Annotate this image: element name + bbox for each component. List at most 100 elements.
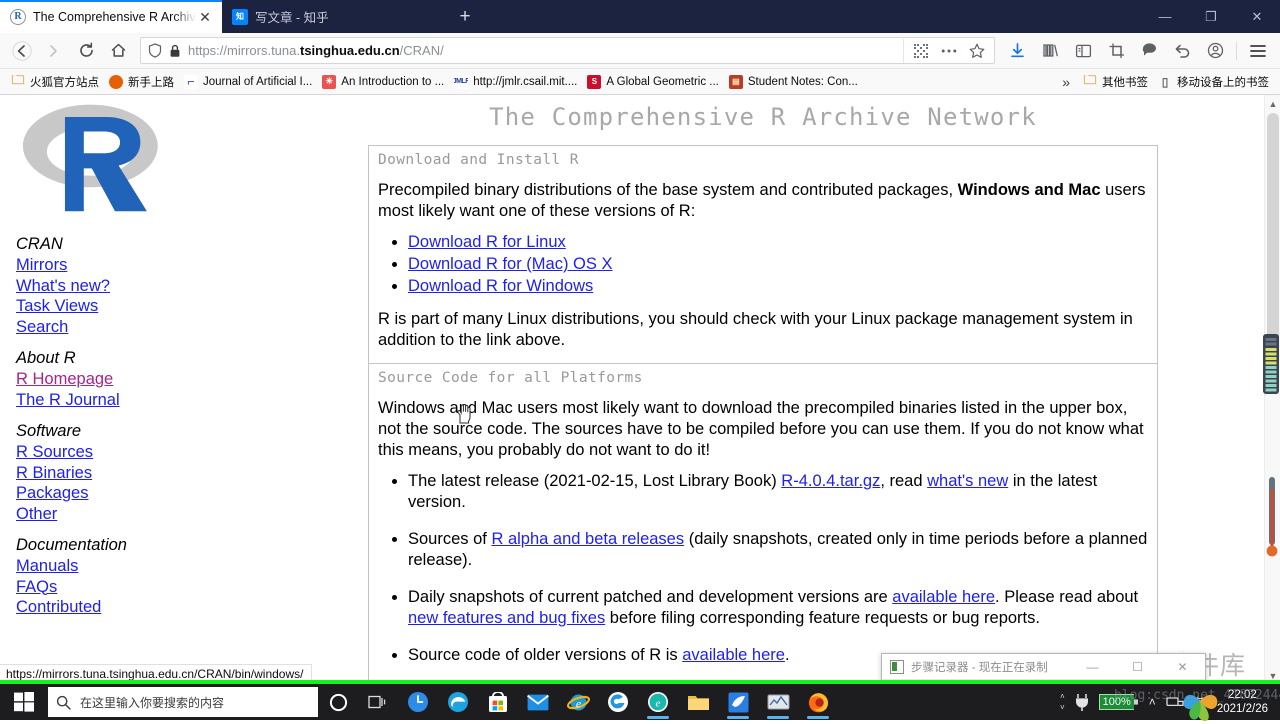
bookmarks-chevron-icon[interactable]: »: [1054, 74, 1078, 90]
scroll-up-arrow-icon[interactable]: ▲: [1265, 95, 1280, 112]
browser-tab-zhihu[interactable]: 知 写文章 - 知乎: [222, 0, 446, 33]
tray-overflow-button[interactable]: ˄˅: [1056, 684, 1069, 720]
menu-icon[interactable]: [1241, 36, 1274, 66]
mobile-bookmarks-folder[interactable]: ▯ 移动设备上的书签: [1153, 72, 1274, 92]
qr-code-icon[interactable]: [908, 39, 934, 63]
ellipsis-icon[interactable]: [936, 39, 962, 63]
screenshot-icon[interactable]: [1100, 36, 1133, 66]
steps-recorder-taskbar-icon[interactable]: [758, 684, 798, 720]
navigation-toolbar: https://mirrors.tuna.tsinghua.edu.cn/CRA…: [0, 33, 1280, 69]
jair-icon: ⌐: [184, 75, 198, 89]
microsoft-store-icon[interactable]: [478, 684, 518, 720]
account-icon[interactable]: [1199, 36, 1232, 66]
mail-icon[interactable]: [518, 684, 558, 720]
sidebar-link-faqs[interactable]: FAQs: [16, 577, 360, 598]
sidebar-link-manuals[interactable]: Manuals: [16, 556, 360, 577]
taskbar-clock[interactable]: 22:02 2021/2/26: [1211, 688, 1276, 716]
cortana-icon[interactable]: [318, 684, 358, 720]
bookmark-item[interactable]: ⌐ Journal of Artificial I...: [179, 73, 317, 91]
pocket-icon[interactable]: [1133, 36, 1166, 66]
firefox-icon[interactable]: [798, 684, 838, 720]
minimize-button[interactable]: —: [1142, 0, 1188, 33]
system-tray: ˄˅ 100% ˄ 英 22:02 2021/2/26 blog:csdn.ne…: [1056, 684, 1280, 720]
sidebar-link-r-binaries[interactable]: R Binaries: [16, 463, 360, 484]
home-button[interactable]: [102, 36, 134, 66]
edge-icon[interactable]: [438, 684, 478, 720]
browser-tab-active[interactable]: R The Comprehensive R Archive Network ✕: [0, 0, 222, 33]
intro-icon: ✳: [322, 75, 336, 89]
bookmark-item[interactable]: ▤ Student Notes: Con...: [724, 73, 863, 91]
link-available-here-older[interactable]: available here: [682, 646, 785, 664]
new-tab-button[interactable]: +: [446, 0, 484, 33]
list-item: Download R for Windows: [408, 276, 1148, 297]
sidebar-link-search[interactable]: Search: [16, 317, 360, 338]
svg-text:e: e: [575, 696, 581, 710]
tab-strip: R The Comprehensive R Archive Network ✕ …: [0, 0, 1280, 33]
sidebar-link-other[interactable]: Other: [16, 504, 360, 525]
back-button[interactable]: [6, 36, 38, 66]
bookmark-item[interactable]: ✳ An Introduction to ...: [317, 73, 449, 91]
battery-status[interactable]: 100%: [1095, 694, 1144, 710]
library-icon[interactable]: [1034, 36, 1067, 66]
intro-bold: Windows and Mac: [958, 181, 1101, 199]
sidebar-link-r-sources[interactable]: R Sources: [16, 442, 360, 463]
sidebar-link-task-views[interactable]: Task Views: [16, 296, 360, 317]
link-download-r-linux[interactable]: Download R for Linux: [408, 233, 566, 251]
bookmark-item[interactable]: JMLR http://jmlr.csail.mit....: [449, 73, 582, 91]
bird-app-icon[interactable]: [718, 684, 758, 720]
link-available-here-daily[interactable]: available here: [892, 588, 995, 606]
download-icon[interactable]: [1001, 36, 1034, 66]
steps-recorder-close-button[interactable]: ✕: [1160, 654, 1205, 680]
download-install-box: Download and Install R Precompiled binar…: [368, 145, 1158, 364]
star-icon[interactable]: [964, 39, 990, 63]
link-r-tar-gz[interactable]: R-4.0.4.tar.gz: [781, 472, 880, 490]
steps-recorder-minimize-button[interactable]: —: [1070, 654, 1115, 680]
url-text[interactable]: https://mirrors.tuna.tsinghua.edu.cn/CRA…: [188, 43, 899, 58]
sidebar-link-contributed[interactable]: Contributed: [16, 597, 360, 618]
link-r-alpha-beta[interactable]: R alpha and beta releases: [491, 530, 684, 548]
network-icon[interactable]: [1161, 684, 1189, 720]
linux-note-paragraph: R is part of many Linux distributions, y…: [378, 309, 1148, 351]
clock-app-icon[interactable]: [398, 684, 438, 720]
page-scrollbar[interactable]: ▲ ▼: [1264, 95, 1280, 684]
tray-chevron-up-icon[interactable]: ˄: [1144, 684, 1161, 720]
shield-icon[interactable]: [148, 43, 162, 58]
internet-explorer-icon[interactable]: e: [558, 684, 598, 720]
link-download-r-macosx[interactable]: Download R for (Mac) OS X: [408, 255, 612, 273]
link-new-features-bug-fixes[interactable]: new features and bug fixes: [408, 609, 605, 627]
maximize-button[interactable]: ❐: [1188, 0, 1234, 33]
lock-icon[interactable]: [169, 44, 181, 58]
sidebar-link-the-r-journal[interactable]: The R Journal: [16, 390, 360, 411]
url-bar[interactable]: https://mirrors.tuna.tsinghua.edu.cn/CRA…: [140, 37, 995, 64]
svg-text:e: e: [656, 698, 661, 710]
task-view-icon[interactable]: [358, 684, 398, 720]
undo-icon[interactable]: [1166, 36, 1199, 66]
steps-recorder-titlebar[interactable]: 步骤记录器 - 现在正在录制 — ☐ ✕: [882, 654, 1205, 680]
steps-recorder-maximize-button[interactable]: ☐: [1115, 654, 1160, 680]
sidebar-link-r-homepage[interactable]: R Homepage: [16, 369, 360, 390]
sidebar-link-whats-new[interactable]: What's new?: [16, 276, 360, 297]
sogou-browser-icon[interactable]: [598, 684, 638, 720]
file-explorer-icon[interactable]: [678, 684, 718, 720]
taskbar-search-box[interactable]: 在这里输入你要搜索的内容: [48, 687, 318, 717]
sidebar-icon[interactable]: [1067, 36, 1100, 66]
bookmark-item[interactable]: 🗀 火狐官方站点: [6, 72, 104, 92]
link-whats-new[interactable]: what's new: [927, 472, 1008, 490]
windows-taskbar: 在这里输入你要搜索的内容 e e ˄˅: [0, 684, 1280, 720]
sidebar-link-packages[interactable]: Packages: [16, 483, 360, 504]
windows-start-icon[interactable]: [0, 684, 48, 720]
forward-button[interactable]: [38, 36, 70, 66]
bookmark-item[interactable]: S A Global Geometric ...: [582, 73, 724, 91]
sidebar-link-mirrors[interactable]: Mirrors: [16, 255, 360, 276]
link-download-r-windows[interactable]: Download R for Windows: [408, 277, 593, 295]
reload-button[interactable]: [70, 36, 102, 66]
bookmark-item[interactable]: 新手上路: [104, 72, 179, 92]
other-bookmarks-folder[interactable]: 🗀 其他书签: [1078, 72, 1153, 92]
bookmark-label: An Introduction to ...: [341, 76, 444, 88]
close-window-button[interactable]: ✕: [1234, 0, 1280, 33]
item-text: Source code of older versions of R is: [408, 646, 682, 664]
power-plug-icon[interactable]: [1069, 684, 1095, 720]
tab-close-button[interactable]: ✕: [196, 10, 214, 24]
ime-indicator[interactable]: 英: [1189, 684, 1211, 720]
360-browser-icon[interactable]: e: [638, 684, 678, 720]
